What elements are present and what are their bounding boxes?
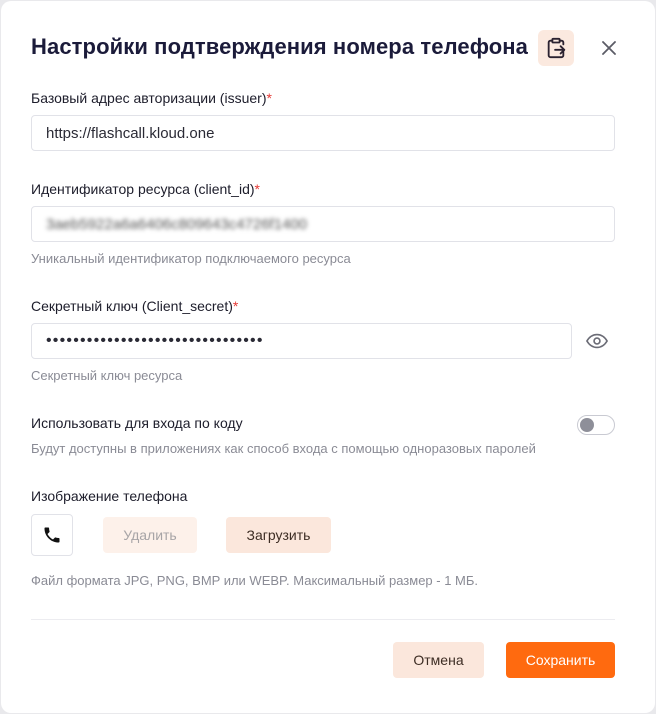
phone-image-preview	[31, 514, 73, 556]
required-mark: *	[254, 181, 260, 197]
phone-image-hint: Файл формата JPG, PNG, BMP или WEBP. Мак…	[31, 573, 479, 588]
issuer-value: https://flashcall.kloud.one	[46, 124, 215, 142]
client-secret-hint: Секретный ключ ресурса	[31, 368, 183, 383]
login-by-code-hint: Будут доступны в приложениях как способ …	[31, 441, 536, 456]
upload-image-button[interactable]: Загрузить	[226, 517, 331, 553]
required-mark: *	[266, 90, 272, 106]
issuer-label: Базовый адрес авторизации (issuer)*	[31, 90, 272, 106]
issuer-input[interactable]: https://flashcall.kloud.one	[31, 115, 615, 151]
paste-settings-button[interactable]	[538, 30, 574, 66]
phone-icon	[44, 527, 60, 543]
delete-image-button[interactable]: Удалить	[103, 517, 197, 553]
client-id-label: Идентификатор ресурса (client_id)*	[31, 181, 260, 197]
client-id-hint: Уникальный идентификатор подключаемого р…	[31, 251, 351, 266]
client-id-label-text: Идентификатор ресурса (client_id)	[31, 181, 255, 197]
client-secret-value: ••••••••••••••••••••••••••••••••	[46, 332, 264, 349]
toggle-knob	[580, 418, 594, 432]
client-secret-label-text: Секретный ключ (Client_secret)	[31, 298, 233, 314]
client-id-value: 3aeb5922a6a6406c809643c4726f1400	[46, 215, 308, 233]
phone-image-label: Изображение телефона	[31, 488, 188, 504]
dialog-title: Настройки подтверждения номера телефона	[31, 34, 529, 59]
client-secret-input[interactable]: ••••••••••••••••••••••••••••••••	[31, 323, 572, 359]
cancel-button[interactable]: Отмена	[393, 642, 484, 678]
issuer-label-text: Базовый адрес авторизации (issuer)	[31, 90, 267, 106]
required-mark: *	[232, 298, 239, 314]
client-id-input[interactable]: 3aeb5922a6a6406c809643c4726f1400	[31, 206, 615, 242]
close-icon	[602, 41, 616, 55]
close-button[interactable]	[598, 37, 620, 59]
save-button[interactable]: Сохранить	[506, 642, 615, 678]
login-by-code-label: Использовать для входа по коду	[31, 415, 243, 431]
toggle-secret-visibility-button[interactable]	[585, 331, 609, 351]
clipboard-paste-icon	[547, 37, 566, 59]
login-by-code-toggle[interactable]	[577, 415, 615, 435]
client-secret-label: Секретный ключ (Client_secret)*	[31, 298, 238, 314]
settings-dialog: Настройки подтверждения номера телефона …	[1, 1, 655, 713]
eye-icon	[586, 333, 608, 349]
footer-divider	[31, 619, 615, 620]
